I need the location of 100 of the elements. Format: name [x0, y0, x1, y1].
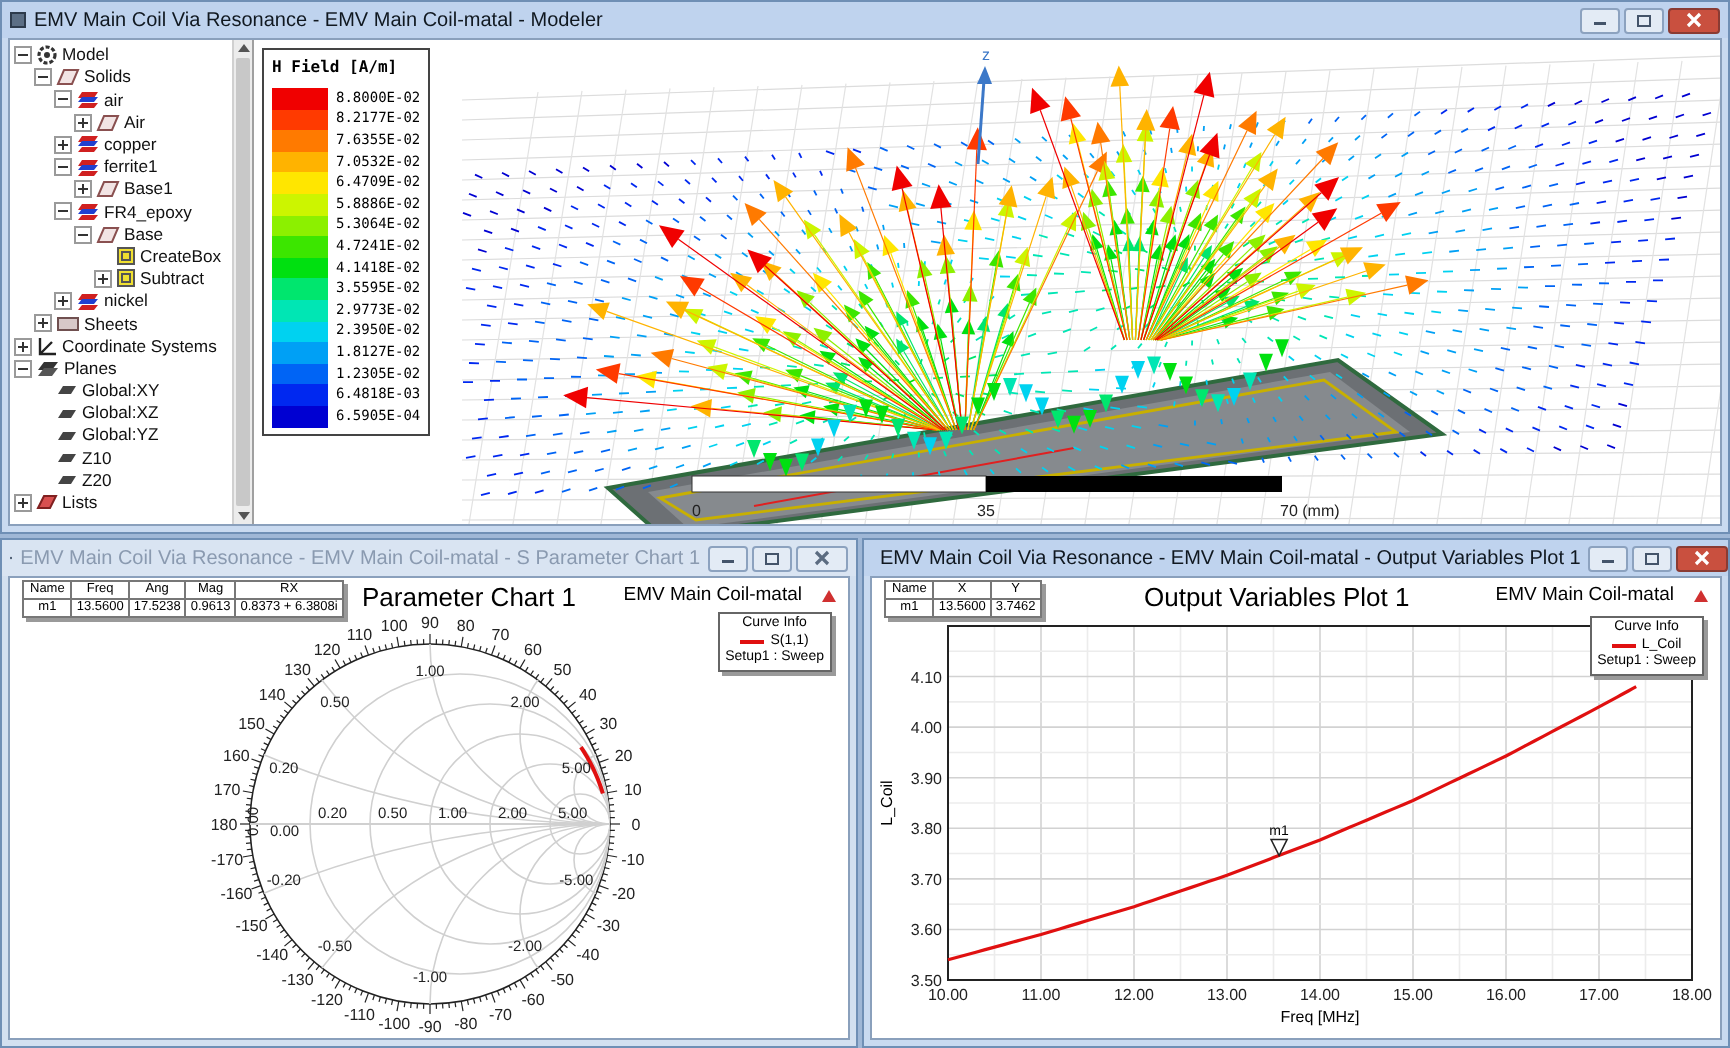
- tree-item[interactable]: Solids: [84, 68, 131, 87]
- tick-label: 3.90: [910, 769, 942, 788]
- tree-item[interactable]: CreateBox: [140, 247, 222, 266]
- angle-label: 170: [213, 780, 241, 799]
- gear-icon: [36, 44, 58, 67]
- expand-icon[interactable]: [54, 135, 72, 154]
- tree-item[interactable]: Base: [124, 225, 164, 243]
- minimize-button[interactable]: [708, 545, 748, 571]
- scroll-up-icon[interactable]: [237, 44, 249, 52]
- tree-item[interactable]: copper: [104, 136, 157, 154]
- angle-label: -170: [211, 851, 244, 870]
- close-button[interactable]: [1668, 7, 1720, 33]
- tree-item[interactable]: Lists: [62, 494, 98, 512]
- window-title: EMV Main Coil Via Resonance - EMV Main Coil-matal - S Parameter Chart 1: [20, 545, 700, 573]
- axis-title: Freq [MHz]: [1280, 1008, 1360, 1026]
- collapse-icon[interactable]: [54, 202, 72, 221]
- minimize-button[interactable]: [1580, 7, 1620, 33]
- angle-label: -10: [621, 851, 645, 870]
- tick-label: 4.00: [910, 719, 942, 738]
- angle-label: 30: [599, 715, 618, 733]
- tick-label: 15.00: [1392, 986, 1434, 1004]
- tree-item[interactable]: Z20: [82, 471, 112, 489]
- expand-icon[interactable]: [54, 292, 72, 311]
- angle-label: -110: [344, 1005, 375, 1024]
- triangle-icon: [822, 590, 836, 603]
- scroll-down-icon[interactable]: [237, 512, 249, 520]
- tree-item[interactable]: air: [104, 91, 124, 109]
- maximize-button[interactable]: [1632, 545, 1673, 571]
- triangle-icon: [1694, 590, 1708, 603]
- tick-label: 3.70: [910, 870, 942, 889]
- tree-item[interactable]: Subtract: [140, 270, 205, 288]
- tick-label: 12.00: [1113, 986, 1155, 1004]
- box-outline-icon: [96, 113, 120, 132]
- tree-item[interactable]: Air: [124, 113, 146, 131]
- tree-item[interactable]: Global:XY: [82, 382, 160, 400]
- tree-item[interactable]: Z10: [82, 449, 112, 467]
- maximize-button[interactable]: [1624, 7, 1664, 33]
- material-blocks-icon: [76, 291, 100, 312]
- collapse-icon[interactable]: [34, 68, 52, 87]
- tree-item[interactable]: Planes: [64, 359, 117, 378]
- tick-label: 13.00: [1206, 986, 1248, 1004]
- axes-icon: [36, 335, 58, 358]
- collapse-icon[interactable]: [14, 46, 32, 65]
- tree-item[interactable]: nickel: [104, 292, 148, 310]
- material-blocks-icon: [76, 201, 100, 222]
- collapse-icon[interactable]: [54, 158, 72, 177]
- expand-icon[interactable]: [74, 180, 92, 199]
- tick-label: 4.10: [910, 668, 942, 687]
- collapse-icon[interactable]: [14, 359, 32, 378]
- plane-icon: [56, 407, 78, 420]
- maximize-icon: [1636, 13, 1652, 27]
- tree-item[interactable]: FR4_epoxy: [104, 203, 192, 221]
- operation-icon: [116, 268, 136, 289]
- angle-label: -30: [596, 917, 620, 935]
- angle-label: 50: [553, 661, 572, 680]
- expand-icon[interactable]: [14, 337, 32, 356]
- tick-label: 3.80: [910, 820, 942, 839]
- tree-item[interactable]: Global:XZ: [82, 404, 159, 422]
- tree-item[interactable]: Sheets: [84, 315, 138, 333]
- expand-icon[interactable]: [34, 314, 52, 333]
- sheet-icon: [56, 315, 80, 332]
- tree-item[interactable]: Coordinate Systems: [62, 337, 217, 355]
- collapse-icon[interactable]: [54, 90, 72, 109]
- expand-icon[interactable]: [74, 113, 92, 132]
- material-blocks-icon: [76, 134, 100, 155]
- curve-color-line: [1611, 644, 1636, 648]
- scale-label: 70 (mm): [1280, 502, 1340, 520]
- angle-label: 70: [491, 626, 510, 645]
- maximize-button[interactable]: [752, 545, 792, 571]
- angle-label: -150: [235, 917, 268, 935]
- angle-label: 20: [614, 746, 633, 765]
- angle-label: -80: [454, 1014, 478, 1033]
- scrollbar-thumb[interactable]: [236, 58, 250, 506]
- design-label: EMV Main Coil-matal: [1495, 582, 1674, 610]
- tick-label: 3.50: [910, 972, 942, 990]
- box-outline-icon: [96, 180, 120, 199]
- window-title: EMV Main Coil Via Resonance - EMV Main Coil-matal - Output Variables Plot 1: [880, 545, 1581, 573]
- close-button[interactable]: [796, 545, 848, 571]
- angle-label: -90: [418, 1018, 442, 1036]
- tree-item[interactable]: Global:YZ: [82, 426, 159, 445]
- collapse-icon[interactable]: [74, 225, 92, 244]
- angle-label: 180: [210, 816, 238, 834]
- angle-label: 0: [631, 816, 641, 834]
- expand-icon[interactable]: [14, 493, 32, 512]
- expand-icon[interactable]: [94, 269, 112, 288]
- minimize-button[interactable]: [1588, 545, 1629, 571]
- tree-item[interactable]: Base1: [124, 180, 173, 199]
- angle-label: 140: [258, 686, 286, 705]
- angle-label: -60: [521, 990, 545, 1009]
- tree-item[interactable]: Model: [62, 46, 109, 64]
- scrollbar[interactable]: [232, 40, 252, 524]
- material-blocks-icon: [76, 157, 100, 178]
- material-blocks-icon: [76, 89, 100, 110]
- axis-label: z: [982, 46, 990, 64]
- tree-item[interactable]: ferrite1: [104, 158, 158, 176]
- tick-label: 14.00: [1299, 986, 1341, 1004]
- tick-label: 10.00: [927, 986, 969, 1004]
- scale-label: 35: [977, 502, 995, 520]
- close-button[interactable]: [1676, 545, 1729, 571]
- planes-icon: [36, 359, 60, 378]
